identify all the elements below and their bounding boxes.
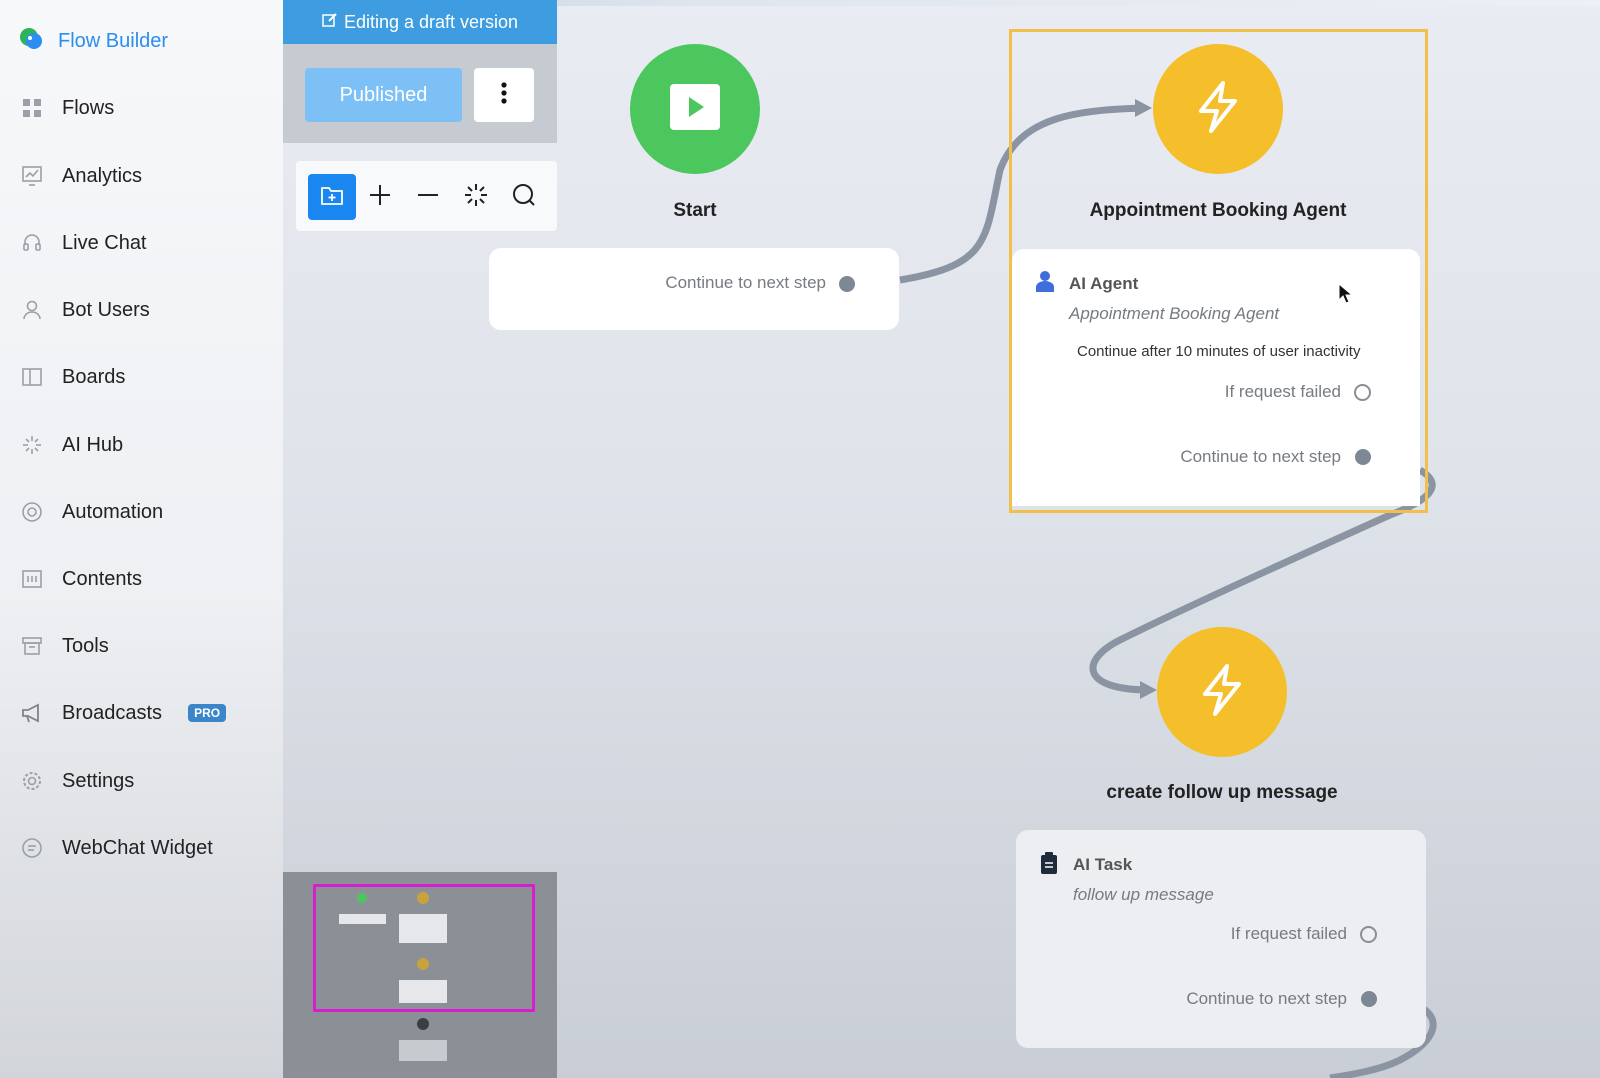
- sidebar-item-boards[interactable]: Boards: [20, 365, 125, 389]
- minus-icon: [417, 184, 439, 211]
- sidebar-item-label: Flows: [62, 96, 115, 119]
- automation-icon: [20, 500, 44, 524]
- agent-fail-port[interactable]: [1354, 384, 1371, 401]
- sidebar-item-automation[interactable]: Automation: [20, 500, 163, 524]
- edge-arrow-followup: [1140, 681, 1157, 699]
- mouse-cursor-icon: [1338, 282, 1354, 310]
- version-panel: Editing a draft version Published: [283, 0, 557, 143]
- sidebar-item-settings[interactable]: Settings: [20, 769, 134, 793]
- more-options-button[interactable]: [474, 68, 534, 122]
- minimap-nodes: [339, 892, 447, 1061]
- draft-banner-text: Editing a draft version: [343, 11, 519, 32]
- brand[interactable]: Flow Builder: [18, 26, 168, 57]
- add-folder-button[interactable]: [308, 174, 356, 220]
- followup-node[interactable]: [1157, 627, 1287, 757]
- search-button[interactable]: [500, 174, 548, 220]
- sidebar-item-label: Contents: [62, 567, 143, 590]
- play-icon: [670, 83, 720, 135]
- sidebar-item-label: Automation: [62, 500, 164, 523]
- draft-banner: Editing a draft version: [283, 0, 557, 44]
- followup-subtitle: follow up message: [1073, 885, 1214, 904]
- sparkle-icon: [464, 183, 488, 212]
- sidebar-item-tools[interactable]: Tools: [20, 634, 109, 658]
- plus-icon: [369, 184, 391, 211]
- sidebar-item-ai-hub[interactable]: AI Hub: [20, 433, 123, 457]
- sidebar-item-label: Settings: [62, 769, 135, 792]
- sidebar-item-label: WebChat Widget: [62, 836, 213, 859]
- chat-bubble-icon: [20, 836, 44, 860]
- sidebar-item-contents[interactable]: Contents: [20, 567, 142, 591]
- agent-person-icon: [1035, 270, 1055, 297]
- grid-icon: [20, 96, 44, 120]
- followup-next-step-label: Continue to next step: [1186, 989, 1347, 1008]
- archive-icon: [20, 634, 44, 658]
- sidebar-item-live-chat[interactable]: Live Chat: [20, 231, 147, 255]
- board-icon: [20, 365, 44, 389]
- sidebar-item-webchat-widget[interactable]: WebChat Widget: [20, 836, 213, 860]
- agent-subtitle: Appointment Booking Agent: [1069, 304, 1280, 323]
- megaphone-icon: [20, 701, 44, 725]
- add-folder-icon: [320, 184, 344, 211]
- published-button[interactable]: Published: [305, 68, 462, 122]
- sparkle-icon: [20, 433, 44, 457]
- sidebar-item-label: Live Chat: [62, 231, 147, 254]
- lightning-icon: [1197, 662, 1247, 723]
- sidebar: Flow Builder Flows Analytics Live Chat B…: [0, 0, 283, 1078]
- start-node-title: Start: [673, 200, 717, 221]
- lightning-icon: [1193, 79, 1243, 140]
- agent-next-step-label: Continue to next step: [1180, 447, 1341, 466]
- flow-builder-logo-icon: [18, 26, 44, 57]
- gear-icon: [20, 769, 44, 793]
- agent-inactivity-text: Continue after 10 minutes of user inacti…: [1077, 343, 1361, 360]
- zoom-in-button[interactable]: [356, 174, 404, 220]
- followup-type-label: AI Task: [1073, 855, 1133, 874]
- agent-type-label: AI Agent: [1069, 274, 1139, 293]
- sidebar-item-label: Boards: [62, 365, 126, 388]
- sidebar-item-label: Broadcasts: [62, 701, 163, 724]
- sidebar-item-bot-users[interactable]: Bot Users: [20, 298, 150, 322]
- kebab-menu-icon: [501, 81, 507, 109]
- sidebar-item-broadcasts[interactable]: Broadcasts PRO: [20, 701, 227, 725]
- start-next-step-label: Continue to next step: [665, 273, 826, 292]
- agent-next-step-port[interactable]: [1355, 449, 1371, 465]
- start-node-card[interactable]: Continue to next step: [489, 248, 899, 330]
- followup-node-title: create follow up message: [1106, 782, 1338, 803]
- start-next-step-port[interactable]: [839, 276, 855, 292]
- clipboard-icon: [1040, 852, 1058, 879]
- edit-icon: [322, 12, 338, 33]
- followup-fail-port[interactable]: [1360, 926, 1377, 943]
- canvas-toolbar: [296, 161, 557, 231]
- sidebar-item-label: AI Hub: [62, 433, 124, 456]
- agent-node-title: Appointment Booking Agent: [1089, 200, 1347, 221]
- start-node[interactable]: [630, 44, 760, 174]
- headset-icon: [20, 231, 44, 255]
- agent-fail-label: If request failed: [1224, 382, 1341, 401]
- user-icon: [20, 298, 44, 322]
- contents-icon: [20, 567, 44, 591]
- auto-arrange-button[interactable]: [452, 174, 500, 220]
- minimap[interactable]: [283, 872, 557, 1078]
- sidebar-item-label: Analytics: [62, 164, 143, 187]
- followup-node-card[interactable]: AI Task follow up message If request fai…: [1016, 830, 1426, 1048]
- followup-fail-label: If request failed: [1230, 924, 1347, 943]
- sidebar-item-analytics[interactable]: Analytics: [20, 164, 142, 188]
- pro-badge: PRO: [188, 704, 227, 722]
- analytics-icon: [20, 164, 44, 188]
- zoom-out-button[interactable]: [404, 174, 452, 220]
- sidebar-item-label: Tools: [62, 634, 109, 657]
- agent-node-card[interactable]: AI Agent Appointment Booking Agent Conti…: [1012, 249, 1420, 506]
- brand-label: Flow Builder: [58, 30, 169, 52]
- search-icon: [512, 183, 536, 212]
- agent-node[interactable]: [1153, 44, 1283, 174]
- sidebar-item-flows[interactable]: Flows: [20, 96, 114, 120]
- sidebar-item-label: Bot Users: [62, 298, 150, 321]
- followup-next-step-port[interactable]: [1361, 991, 1377, 1007]
